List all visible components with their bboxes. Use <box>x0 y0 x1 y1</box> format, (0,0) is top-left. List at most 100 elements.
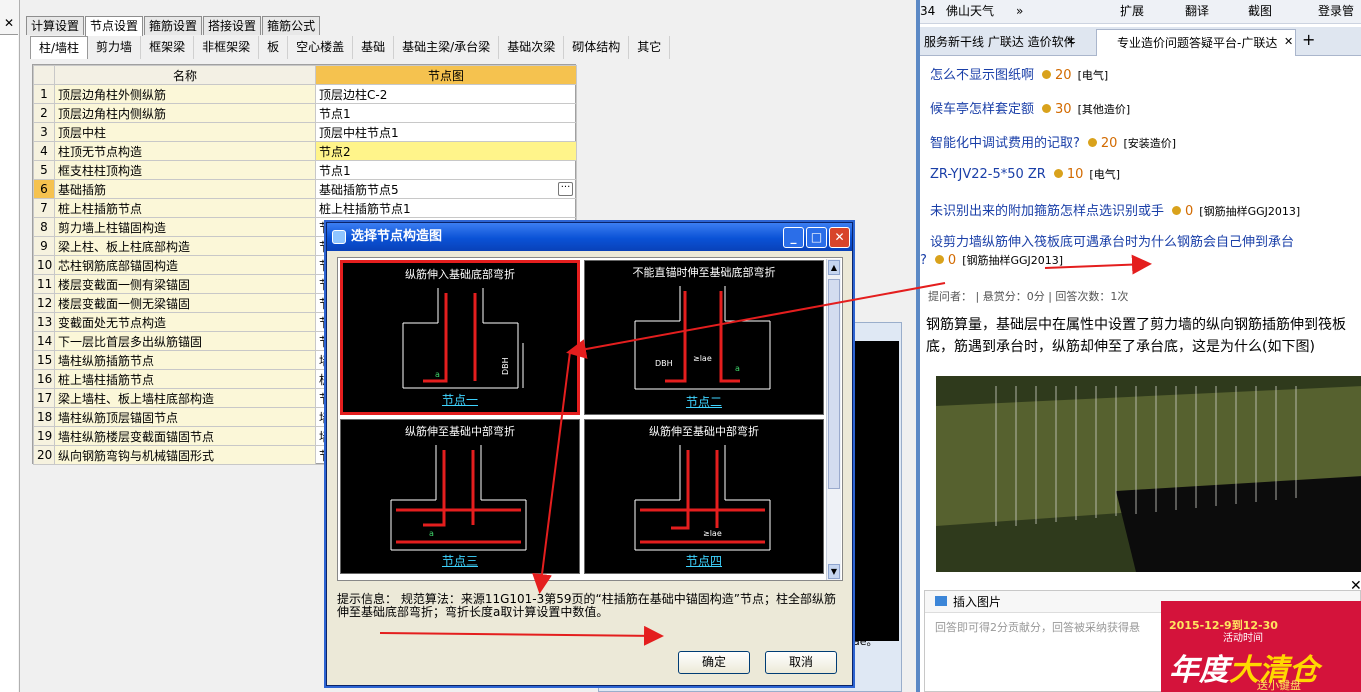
tab-4[interactable]: 箍筋公式 <box>262 16 321 35</box>
node-2-caption: 不能直锚时伸至基础底部弯折 <box>632 266 776 279</box>
node-1-label[interactable]: 节点一 <box>343 391 577 408</box>
coin-icon <box>934 255 944 264</box>
node-3-label[interactable]: 节点三 <box>341 552 579 569</box>
sub-tab-4[interactable]: 板 <box>259 36 289 59</box>
row-value[interactable]: 节点1 <box>315 160 577 180</box>
translate-button[interactable]: 翻译 <box>1185 0 1209 22</box>
login-button[interactable]: 登录管 <box>1318 0 1359 22</box>
cancel-button[interactable]: 取消 <box>765 651 837 674</box>
row-value[interactable]: 节点2 <box>315 141 577 161</box>
sub-tab-7[interactable]: 基础主梁/承台梁 <box>394 36 500 59</box>
tab-0[interactable]: 计算设置 <box>26 16 85 35</box>
node-option-2[interactable]: DBH ≥lae a 不能直锚时伸至基础底部弯折 节点二 <box>584 260 824 415</box>
new-tab-icon[interactable]: + <box>1302 30 1315 49</box>
row-index: 17 <box>33 388 55 408</box>
table-row[interactable]: 4 柱顶无节点构造 节点2 <box>33 141 577 161</box>
dialog-title: 选择节点构造图 <box>351 229 443 244</box>
question-item[interactable]: 智能化中调试费用的记取? 20 [安装造价] <box>930 132 1176 151</box>
image-icon <box>935 596 947 606</box>
sub-tab-3[interactable]: 非框架梁 <box>194 36 260 59</box>
scroll-down-icon[interactable]: ▼ <box>828 564 840 579</box>
row-value-text: 节点1 <box>319 163 351 178</box>
row-name: 框支柱柱顶构造 <box>54 160 316 180</box>
question-points: 0 <box>947 253 957 268</box>
row-value[interactable]: 顶层边柱C-2 <box>315 84 577 104</box>
screenshot-button[interactable]: 截图 <box>1248 0 1272 22</box>
minimize-button[interactable]: _ <box>783 227 804 248</box>
question-category[interactable]: [钢筋抽样GGJ2013] <box>1199 205 1300 218</box>
question-title[interactable]: 候车亭怎样套定额 <box>930 102 1034 117</box>
row-name: 梁上墙柱、板上墙柱底部构造 <box>54 388 316 408</box>
question-category[interactable]: [电气] <box>1089 168 1120 181</box>
row-value[interactable]: 节点1 <box>315 103 577 123</box>
sub-tab-5[interactable]: 空心楼盖 <box>288 36 354 59</box>
table-row[interactable]: 7 桩上柱插筋节点 桩上柱插筋节点1 <box>33 198 577 218</box>
question-title[interactable]: 设剪力墙纵筋伸入筏板底可遇承台时为什么钢筋会自己伸到承台 <box>930 235 1294 250</box>
node-option-3[interactable]: a 纵筋伸至基础中部弯折 节点三 <box>340 419 580 574</box>
question-title[interactable]: 未识别出来的附加箍筋怎样点选识别或手 <box>930 204 1164 219</box>
sub-tab-0[interactable]: 柱/墙柱 <box>30 36 89 59</box>
question-category[interactable]: [电气] <box>1078 69 1109 82</box>
row-index: 6 <box>33 179 55 199</box>
scroll-up-icon[interactable]: ▲ <box>828 260 840 275</box>
row-value[interactable]: 基础插筋节点5 ··· <box>315 179 577 199</box>
scroll-thumb[interactable] <box>828 279 840 489</box>
gallery-scrollbar[interactable]: ▲ ▼ <box>826 259 841 580</box>
question-item[interactable]: 候车亭怎样套定额 30 [其他造价] <box>930 98 1130 117</box>
tab-close-icon[interactable]: ✕ <box>1066 35 1075 48</box>
table-row[interactable]: 2 顶层边角柱内侧纵筋 节点1 <box>33 103 577 123</box>
question-category[interactable]: [其他造价] <box>1078 103 1131 116</box>
question-category[interactable]: [安装造价] <box>1123 137 1176 150</box>
question-item[interactable]: ZR-YJV22-5*50 ZR 10 [电气] <box>930 166 1120 182</box>
question-title[interactable]: 怎么不显示图纸啊 <box>930 68 1034 83</box>
sub-tab-10[interactable]: 其它 <box>629 36 671 59</box>
row-index: 20 <box>33 445 55 465</box>
node-4-label[interactable]: 节点四 <box>585 552 823 569</box>
tab-service[interactable]: 服务新干线 广联达 造价软件 <box>920 29 1078 56</box>
tab-1[interactable]: 节点设置 <box>85 16 144 36</box>
ad-banner[interactable]: 2015-12-9到12-30 活动时间 年度大清仓 送小键盘 <box>1161 601 1361 692</box>
question-category[interactable]: [钢筋抽样GGJ2013] <box>962 254 1063 267</box>
sub-tab-1[interactable]: 剪力墙 <box>88 36 142 59</box>
close-button[interactable]: ✕ <box>829 227 850 248</box>
weather-link[interactable]: 佛山天气 <box>946 0 994 22</box>
maximize-button[interactable]: □ <box>806 227 827 248</box>
tab-3[interactable]: 搭接设置 <box>203 16 262 35</box>
question-title[interactable]: ZR-YJV22-5*50 ZR <box>930 167 1046 182</box>
sub-tab-8[interactable]: 基础次梁 <box>499 36 565 59</box>
sub-tab-9[interactable]: 砌体结构 <box>564 36 630 59</box>
sub-tab-6[interactable]: 基础 <box>353 36 395 59</box>
question-item[interactable]: 设剪力墙纵筋伸入筏板底可遇承台时为什么钢筋会自己伸到承台? 0 [钢筋抽样GGJ20… <box>920 234 1360 270</box>
svg-text:DBH: DBH <box>655 359 673 368</box>
more-icon[interactable]: » <box>1016 0 1023 22</box>
table-row[interactable]: 5 框支柱柱顶构造 节点1 <box>33 160 577 180</box>
tab-service-label: 服务新干线 广联达 造价软件 <box>924 35 1076 49</box>
coin-icon <box>1042 104 1052 113</box>
table-row[interactable]: 1 顶层边角柱外侧纵筋 顶层边柱C-2 <box>33 84 577 104</box>
ok-button[interactable]: 确定 <box>678 651 750 674</box>
table-row[interactable]: 6 基础插筋 基础插筋节点5 ··· <box>33 179 577 199</box>
row-index: 8 <box>33 217 55 237</box>
row-value-text: 顶层边柱C-2 <box>319 87 388 102</box>
tab-2[interactable]: 箍筋设置 <box>144 16 203 35</box>
row-value[interactable]: 桩上柱插筋节点1 <box>315 198 577 218</box>
row-index: 10 <box>33 255 55 275</box>
question-title[interactable]: 智能化中调试费用的记取? <box>930 136 1080 151</box>
node-option-1[interactable]: DBH a 纵筋伸入基础底部弯折 节点一 <box>340 260 580 415</box>
node-2-label[interactable]: 节点二 <box>585 393 823 410</box>
dialog-titlebar[interactable]: 选择节点构造图 _ □ ✕ <box>327 223 852 251</box>
row-value[interactable]: 顶层中柱节点1 <box>315 122 577 142</box>
table-row[interactable]: 3 顶层中柱 顶层中柱节点1 <box>33 122 577 142</box>
row-name: 顶层边角柱外侧纵筋 <box>54 84 316 104</box>
extension-button[interactable]: 扩展 <box>1120 0 1144 22</box>
ellipsis-button[interactable]: ··· <box>558 181 573 196</box>
question-item[interactable]: 未识别出来的附加箍筋怎样点选识别或手 0 [钢筋抽样GGJ2013] <box>930 200 1300 219</box>
close-icon[interactable]: ✕ <box>4 16 14 30</box>
tab-qa-platform[interactable]: 专业造价问题答疑平台-广联达 <box>1096 29 1296 56</box>
tab-close-icon-2[interactable]: ✕ <box>1284 35 1293 48</box>
node-option-4[interactable]: ≥lae 纵筋伸至基础中部弯折 节点四 <box>584 419 824 574</box>
ad-close-icon[interactable]: ✕ <box>1350 578 1361 594</box>
row-name: 墙柱纵筋顶层锚固节点 <box>54 407 316 427</box>
question-item[interactable]: 怎么不显示图纸啊 20 [电气] <box>930 64 1108 83</box>
sub-tab-2[interactable]: 框架梁 <box>141 36 195 59</box>
